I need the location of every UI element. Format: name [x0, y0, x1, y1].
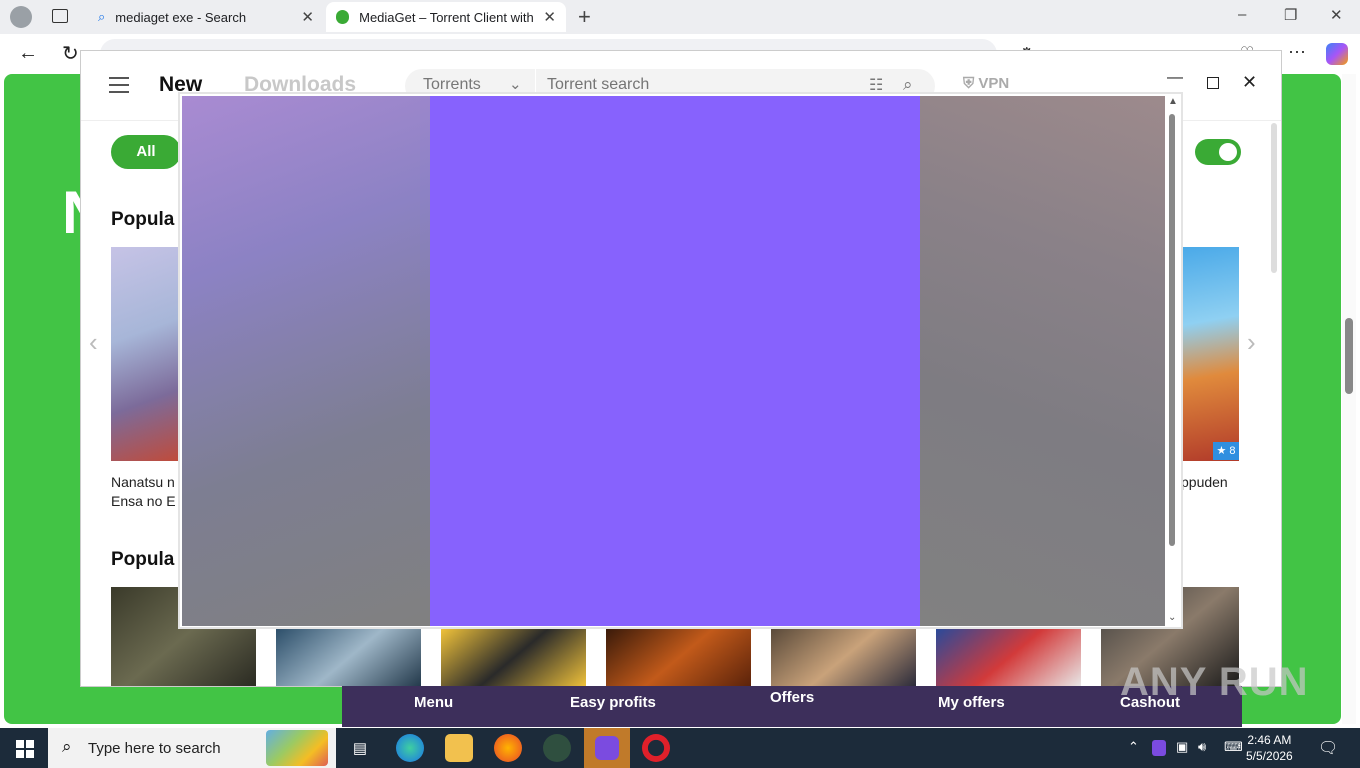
rating-badge: ★ 8	[1213, 442, 1239, 460]
network-icon[interactable]: ▣	[1176, 739, 1188, 755]
taskbar-search-placeholder: Type here to search	[88, 740, 221, 757]
offer-app-icon[interactable]	[584, 728, 630, 768]
search-icon: ⌕	[62, 737, 72, 756]
refresh-icon[interactable]: ↻	[62, 41, 79, 66]
poster-image[interactable]	[1181, 247, 1239, 461]
notification-icon[interactable]: 🗨︎	[1318, 738, 1338, 758]
chevron-up-icon[interactable]: ⌃	[1128, 739, 1139, 755]
ad-popup-window: ▲ ⌄	[178, 92, 1183, 629]
vpn-label: VPN	[978, 75, 1010, 92]
poster-image[interactable]	[111, 247, 181, 461]
page-scrollbar[interactable]	[1342, 74, 1356, 724]
minimize-button[interactable]: –	[1238, 6, 1246, 23]
volume-icon[interactable]: 🔊︎	[1198, 739, 1206, 755]
clock-time: 2:46 AM	[1247, 733, 1292, 747]
minimize-button[interactable]: —	[1167, 69, 1183, 87]
toggle-switch[interactable]	[1195, 139, 1241, 165]
scrollbar-thumb[interactable]	[1169, 114, 1175, 546]
close-icon[interactable]: ✕	[301, 8, 314, 26]
chevron-left-icon[interactable]: ‹	[89, 327, 98, 358]
system-clock[interactable]: 2:46 AM 5/5/2026	[1246, 732, 1293, 764]
anyrun-watermark: ANY RUN	[1120, 660, 1309, 704]
close-icon[interactable]: ✕	[543, 8, 556, 26]
windows-start-icon[interactable]	[16, 740, 34, 758]
close-button[interactable]: ✕	[1242, 72, 1257, 93]
hamburger-menu-icon[interactable]	[109, 77, 129, 93]
search-highlight-image	[266, 730, 328, 766]
mediaget-logo-icon	[336, 10, 350, 24]
mediaget-app-icon[interactable]	[543, 734, 571, 762]
mediaget-scrollbar[interactable]	[1271, 123, 1277, 273]
profile-avatar[interactable]	[10, 6, 32, 28]
tray-app-icon[interactable]	[1152, 740, 1166, 756]
menu-item-easy-profits[interactable]: Easy profits	[570, 694, 656, 711]
firefox-icon[interactable]	[494, 734, 522, 762]
tab-title: mediaget exe - Search	[115, 9, 247, 25]
popup-right-panel	[920, 96, 1165, 626]
popup-left-panel	[182, 96, 430, 626]
section-title: Popula	[111, 209, 175, 230]
popup-scrollbar[interactable]: ▲ ⌄	[1165, 96, 1181, 626]
windows-taskbar: ⌕ Type here to search ▤ ⌃ ▣ 🔊︎ ⌨ 2:46 AM…	[0, 728, 1360, 768]
file-explorer-icon[interactable]	[445, 734, 473, 762]
close-window-button[interactable]: ✕	[1330, 6, 1343, 24]
edge-icon[interactable]	[396, 734, 424, 762]
menu-item-menu[interactable]: Menu	[414, 694, 453, 711]
tab-mediaget-search[interactable]: ⌕ mediaget exe - Search ✕	[88, 2, 324, 32]
popup-content-panel[interactable]	[430, 96, 920, 626]
chevron-right-icon[interactable]: ›	[1247, 327, 1256, 358]
menu-item-my-offers[interactable]: My offers	[938, 694, 1005, 711]
maximize-button[interactable]	[1207, 77, 1219, 89]
scroll-up-icon[interactable]: ▲	[1168, 96, 1178, 107]
more-menu-icon[interactable]: ⋯	[1288, 42, 1306, 63]
tab-actions-icon[interactable]	[52, 9, 68, 23]
clock-date: 5/5/2026	[1246, 749, 1293, 763]
restore-button[interactable]: ❐	[1284, 6, 1297, 24]
poster-image[interactable]	[276, 629, 421, 686]
poster-image[interactable]	[441, 629, 586, 686]
new-tab-button[interactable]: +	[578, 4, 591, 30]
poster-caption[interactable]: Nanatsu n Ensa no E	[111, 473, 176, 511]
shield-icon: ⛨	[963, 75, 979, 92]
chevron-down-icon[interactable]: ⌄	[509, 75, 522, 93]
section-title: Popula	[111, 549, 175, 570]
poster-caption[interactable]: ppuden	[1181, 473, 1228, 492]
poster-image[interactable]	[606, 629, 751, 686]
keyboard-icon[interactable]: ⌨	[1224, 739, 1243, 755]
tab-mediaget-site[interactable]: MediaGet – Torrent Client with Se ✕	[326, 2, 566, 32]
back-icon[interactable]: ←	[18, 42, 38, 65]
poster-image[interactable]	[936, 629, 1081, 686]
filter-all-chip[interactable]: All	[111, 135, 181, 169]
opera-icon[interactable]	[642, 734, 670, 762]
vpn-button[interactable]: ⛨ VPN	[963, 75, 1009, 92]
copilot-icon[interactable]	[1326, 43, 1348, 65]
browser-tab-strip: ⌕ mediaget exe - Search ✕ MediaGet – Tor…	[0, 0, 1360, 34]
scroll-down-icon[interactable]: ⌄	[1168, 612, 1176, 623]
menu-item-offers[interactable]: Offers	[770, 689, 814, 706]
scrollbar-thumb[interactable]	[1345, 318, 1353, 394]
search-icon: ⌕	[98, 9, 106, 24]
task-view-icon[interactable]: ▤	[346, 734, 374, 762]
offer-menu-bar: Menu Easy profits Offers My offers Casho…	[342, 686, 1242, 727]
taskbar-search[interactable]: ⌕ Type here to search	[48, 728, 336, 768]
poster-image[interactable]	[771, 629, 916, 686]
tab-title: MediaGet – Torrent Client with Se	[359, 9, 536, 25]
